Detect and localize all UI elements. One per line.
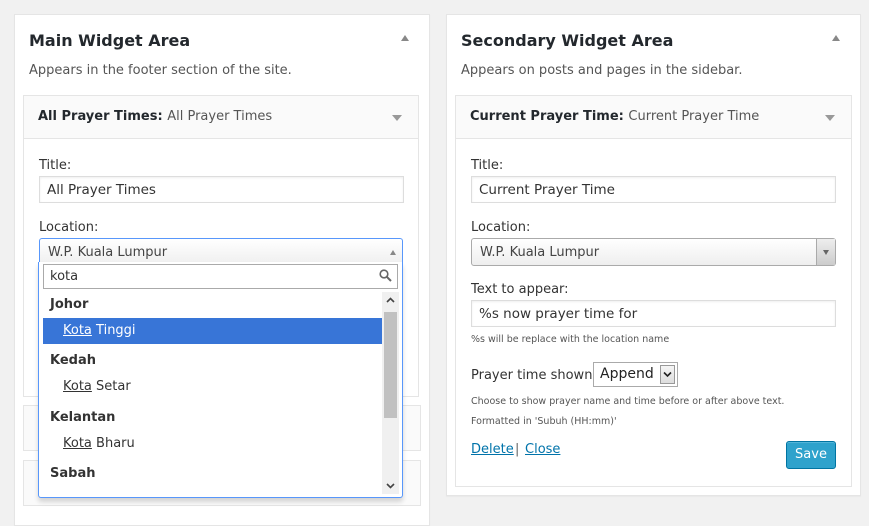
title-label: Title: [39,158,72,173]
link-separator: | [515,442,520,457]
text-label: Text to appear: [471,282,569,297]
title-input[interactable] [471,176,836,203]
chevron-down-icon [663,371,672,378]
option-rest: Tinggi [91,323,136,338]
option-rest: Bharu [91,436,135,451]
option-rest: Setar [91,379,131,394]
location-search-input[interactable] [43,264,398,289]
option-match: Kota [63,436,92,451]
current-prayer-time-widget: Current Prayer Time: Current Prayer Time… [455,95,852,487]
main-area-title[interactable]: Main Widget Area [29,31,190,50]
main-area-description: Appears in the footer section of the sit… [29,63,292,78]
secondary-area-title[interactable]: Secondary Widget Area [461,31,673,50]
group-label: Kedah [50,353,96,368]
select-button [660,365,675,384]
dropdown-scrollbar[interactable] [382,292,399,494]
widget-instance-title: Current Prayer Time [628,109,760,124]
delete-link[interactable]: Delete [471,442,514,457]
collapse-arrow-icon[interactable] [832,35,840,41]
select-arrow [816,239,835,265]
text-note: %s will be replace with the location nam… [471,334,670,345]
scrollbar-thumb[interactable] [384,312,397,418]
location-select-value: W.P. Kuala Lumpur [480,245,600,260]
chevron-up-icon[interactable] [386,296,395,305]
chevron-down-icon [823,250,829,255]
widget-title: Current Prayer Time: Current Prayer Time [470,109,759,124]
widget-header[interactable]: Current Prayer Time: Current Prayer Time [456,96,851,139]
widget-toggle-icon[interactable] [825,115,835,121]
secondary-widget-area: Secondary Widget Area Appears on posts a… [446,14,861,496]
group-label: Johor [50,297,89,312]
search-icon [379,269,392,282]
dropdown-option[interactable]: Kota Setar [43,374,382,400]
widget-header[interactable]: All Prayer Times: All Prayer Times [24,96,418,139]
dropdown-results: Johor Kota Tinggi Kedah Kota Setar Kelan… [39,292,382,494]
dropdown-option[interactable]: Kota Bharu [43,431,382,457]
dropdown-option[interactable]: Kota Tinggi [43,318,382,344]
group-label: Kelantan [50,410,116,425]
widget-title: All Prayer Times: All Prayer Times [38,109,272,124]
shown-label: Prayer time shown: [471,368,597,383]
title-input[interactable] [39,176,404,203]
option-match: Kota [63,379,92,394]
chevron-down-icon[interactable] [386,481,395,490]
widget-instance-title: All Prayer Times [167,109,273,124]
option-match: Kota [63,323,92,338]
location-select-value: W.P. Kuala Lumpur [48,245,168,260]
chevron-up-icon [390,250,396,255]
location-label: Location: [39,220,99,235]
widget-name: All Prayer Times: [38,109,163,124]
widget-name: Current Prayer Time: [470,109,624,124]
prayer-time-shown-select[interactable]: Append [593,362,678,387]
format-note: Formatted in 'Subuh (HH:mm)' [471,416,617,427]
save-button[interactable]: Save [786,441,836,469]
text-input[interactable] [471,300,836,327]
collapse-arrow-icon[interactable] [401,35,409,41]
title-label: Title: [471,158,504,173]
shown-select-value: Append [600,366,654,382]
close-link[interactable]: Close [525,442,560,457]
secondary-area-description: Appears on posts and pages in the sideba… [461,63,743,78]
location-select[interactable]: W.P. Kuala Lumpur [471,238,836,266]
location-label: Location: [471,220,531,235]
group-label: Sabah [50,466,96,481]
location-dropdown: Johor Kota Tinggi Kedah Kota Setar Kelan… [38,262,403,498]
shown-note: Choose to show prayer name and time befo… [471,396,785,407]
widget-toggle-icon[interactable] [392,115,402,121]
